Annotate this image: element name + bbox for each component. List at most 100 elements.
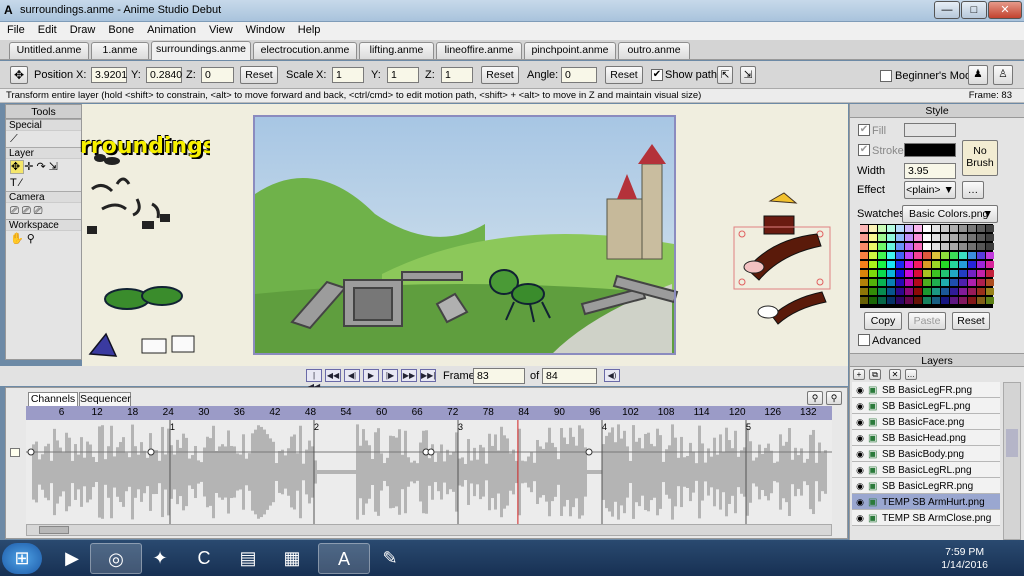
visibility-icon[interactable]: ◉: [852, 494, 868, 510]
visibility-icon[interactable]: ◉: [852, 446, 868, 462]
palette-swatch[interactable]: [950, 252, 958, 259]
palette-swatch[interactable]: [905, 288, 913, 295]
palette-swatch[interactable]: [905, 234, 913, 241]
fill-checkbox[interactable]: ✔: [858, 124, 870, 136]
timeline-hscrollbar[interactable]: [26, 524, 832, 536]
palette-swatch[interactable]: [923, 261, 931, 268]
beginners-mode-checkbox[interactable]: [880, 70, 892, 82]
palette-swatch[interactable]: [860, 270, 868, 277]
palette-swatch[interactable]: [914, 288, 922, 295]
palette-swatch[interactable]: [932, 243, 940, 250]
step-back-icon[interactable]: ◀◀: [325, 369, 341, 382]
advanced-checkbox[interactable]: [858, 334, 870, 346]
new-layer-icon[interactable]: +: [853, 369, 865, 380]
scale-x-field[interactable]: 1: [332, 67, 364, 83]
canvas-area[interactable]: rroundings: [80, 104, 848, 366]
zoom-icon[interactable]: ⚲: [27, 233, 38, 245]
duplicate-layer-icon[interactable]: ⧉: [869, 369, 881, 380]
palette-swatch[interactable]: [878, 225, 886, 232]
visibility-icon[interactable]: ◉: [852, 430, 868, 446]
palette-swatch[interactable]: [977, 225, 985, 232]
total-frames-field[interactable]: 84: [542, 368, 597, 384]
palette-swatch[interactable]: [941, 225, 949, 232]
layer-row[interactable]: ◉ ▣ SB BasicHead.png: [852, 430, 1000, 446]
maximize-button[interactable]: □: [961, 1, 987, 19]
palette-swatch[interactable]: [914, 297, 922, 304]
tab-untitled[interactable]: Untitled.anme: [9, 42, 89, 59]
palette-swatch[interactable]: [887, 252, 895, 259]
palette-swatch[interactable]: [986, 288, 994, 295]
palette-swatch[interactable]: [950, 225, 958, 232]
layer-row[interactable]: ◉ ▣ TEMP SB ArmHurt.png: [852, 494, 1000, 510]
palette-swatch[interactable]: [959, 243, 967, 250]
layer-row[interactable]: ◉ ▣ SB BasicLegFL.png: [852, 398, 1000, 414]
visibility-icon[interactable]: ◉: [852, 382, 868, 398]
angle-reset-button[interactable]: Reset: [605, 66, 643, 84]
menu-edit[interactable]: Edit: [31, 22, 63, 36]
palette-swatch[interactable]: [959, 279, 967, 286]
palette-swatch[interactable]: [950, 243, 958, 250]
fast-forward-icon[interactable]: ▶▶|: [420, 369, 436, 382]
palette-swatch[interactable]: [941, 243, 949, 250]
palette-swatch[interactable]: [950, 288, 958, 295]
palette-swatch[interactable]: [932, 270, 940, 277]
palette-swatch[interactable]: [896, 225, 904, 232]
palette-swatch[interactable]: [869, 243, 877, 250]
palette-swatch[interactable]: [941, 252, 949, 259]
palette-swatch[interactable]: [887, 243, 895, 250]
user-icon[interactable]: ♙: [993, 65, 1013, 85]
palette-swatch[interactable]: [878, 243, 886, 250]
anime-studio-icon[interactable]: A: [318, 543, 370, 574]
fill-swatch[interactable]: [904, 123, 956, 137]
palette-swatch[interactable]: [977, 288, 985, 295]
palette-swatch[interactable]: [932, 261, 940, 268]
palette-swatch[interactable]: [878, 279, 886, 286]
palette-swatch[interactable]: [986, 279, 994, 286]
camera-zoom-icon[interactable]: ⎚: [22, 205, 34, 217]
palette-swatch[interactable]: [977, 234, 985, 241]
position-y-field[interactable]: 0.2840: [146, 67, 182, 83]
menu-file[interactable]: File: [0, 22, 31, 36]
palette-swatch[interactable]: [959, 234, 967, 241]
palette-swatch[interactable]: [977, 297, 985, 304]
step-forward-icon[interactable]: ▶▶: [401, 369, 417, 382]
palette-swatch[interactable]: [896, 234, 904, 241]
layer-row[interactable]: ◉ ▣ SB BasicFace.png: [852, 414, 1000, 430]
palette-swatch[interactable]: [896, 279, 904, 286]
position-reset-button[interactable]: Reset: [240, 66, 278, 84]
palette-swatch[interactable]: [923, 225, 931, 232]
palette-swatch[interactable]: [968, 234, 976, 241]
layers-scroll-thumb[interactable]: [1006, 429, 1018, 457]
zoom-out-icon[interactable]: ⚲: [807, 391, 823, 405]
palette-swatch[interactable]: [869, 279, 877, 286]
next-frame-icon[interactable]: |▶: [382, 369, 398, 382]
palette-swatch[interactable]: [860, 234, 868, 241]
palette-swatch[interactable]: [986, 252, 994, 259]
tab-lifting[interactable]: lifting.anme: [359, 42, 434, 59]
palette-swatch[interactable]: [932, 288, 940, 295]
palette-swatch[interactable]: [968, 297, 976, 304]
palette-swatch[interactable]: [869, 261, 877, 268]
palette-swatch[interactable]: [959, 270, 967, 277]
translate-icon[interactable]: ✛: [24, 161, 36, 173]
palette-swatch[interactable]: [986, 297, 994, 304]
palette-swatch[interactable]: [914, 252, 922, 259]
menu-view[interactable]: View: [202, 22, 239, 36]
transform-layer-icon[interactable]: ✥: [10, 160, 25, 174]
palette-swatch[interactable]: [923, 279, 931, 286]
palette-swatch[interactable]: [968, 225, 976, 232]
path-option2-icon[interactable]: ⇲: [740, 66, 756, 84]
palette-swatch[interactable]: [887, 270, 895, 277]
system-clock[interactable]: 7:59 PM 1/14/2016: [941, 546, 988, 572]
paste-button[interactable]: Paste: [908, 312, 946, 330]
pen-icon[interactable]: ⟋: [10, 133, 21, 145]
visibility-icon[interactable]: ◉: [852, 478, 868, 494]
grid-app-icon[interactable]: ▦: [266, 543, 318, 574]
palette-swatch[interactable]: [968, 243, 976, 250]
tab-1[interactable]: 1.anme: [91, 42, 149, 59]
character-icon[interactable]: ♟: [968, 65, 988, 85]
scale-y-field[interactable]: 1: [387, 67, 419, 83]
palette-swatch[interactable]: [941, 234, 949, 241]
palette-swatch[interactable]: [923, 243, 931, 250]
palette-swatch[interactable]: [950, 279, 958, 286]
